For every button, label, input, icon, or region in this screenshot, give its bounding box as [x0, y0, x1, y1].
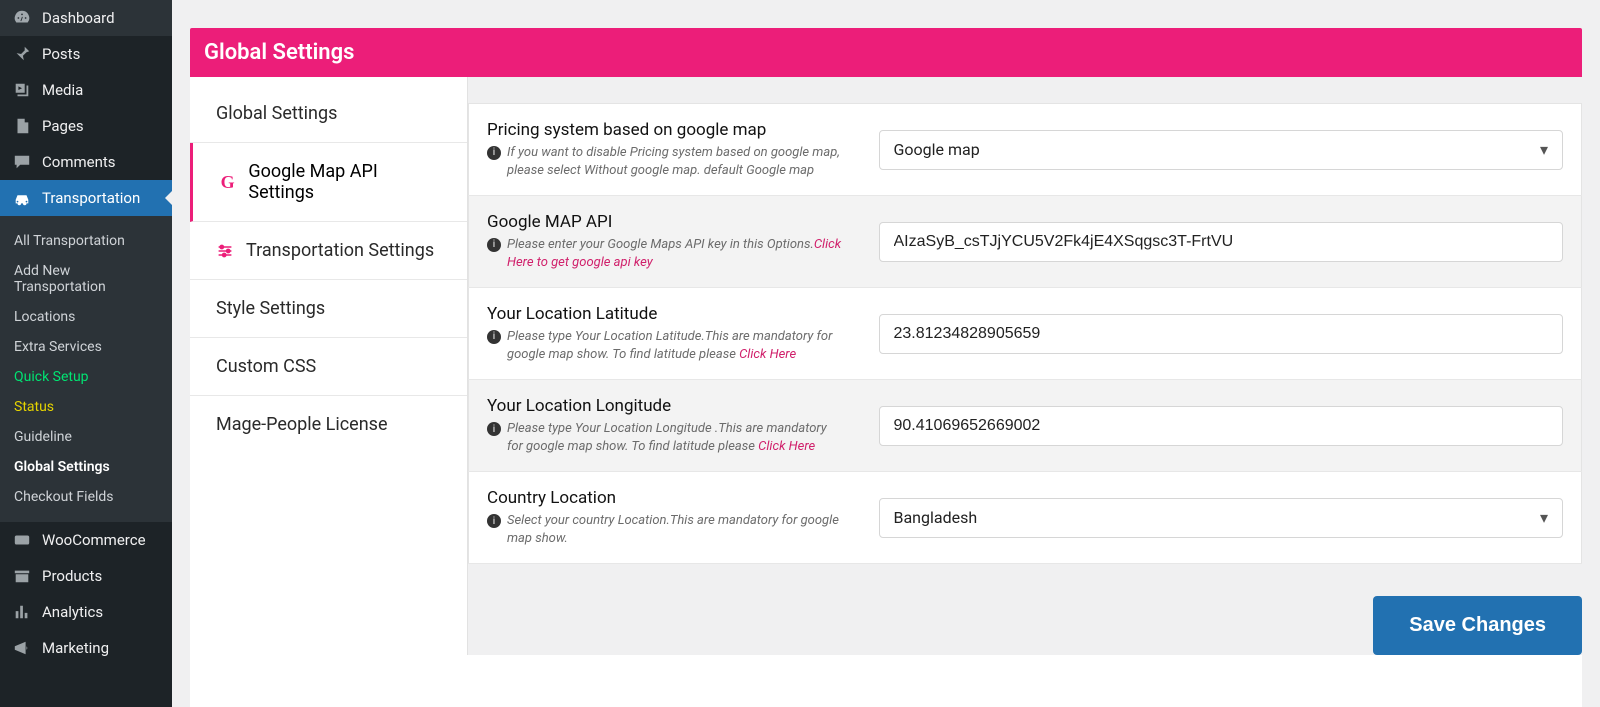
sidebar-item-woocommerce[interactable]: WooCommerce: [0, 522, 172, 558]
settings-tabs: Global Settings G Google Map API Setting…: [190, 77, 468, 655]
field-label: Pricing system based on google map: [487, 120, 843, 140]
field-label: Google MAP API: [487, 212, 843, 232]
sidebar-label: Transportation: [42, 189, 140, 207]
pages-icon: [12, 117, 32, 135]
sidebar-label: WooCommerce: [42, 531, 146, 549]
settings-panel: Global Settings G Google Map API Setting…: [190, 77, 1582, 707]
sidebar-item-analytics[interactable]: Analytics: [0, 594, 172, 630]
woo-icon: [12, 531, 32, 549]
tab-global-settings[interactable]: Global Settings: [190, 97, 467, 143]
page-title: Global Settings: [190, 28, 1582, 77]
api-key-input[interactable]: [879, 222, 1564, 262]
row-pricing-system: Pricing system based on google map i If …: [469, 104, 1582, 196]
sidebar-sub-checkout-fields[interactable]: Checkout Fields: [0, 482, 172, 512]
field-help: i If you want to disable Pricing system …: [487, 144, 843, 179]
field-help: i Please type Your Location Longitude .T…: [487, 420, 843, 455]
country-select[interactable]: Bangladesh ▾: [879, 498, 1564, 538]
main-content: Global Settings Global Settings G Google…: [172, 0, 1600, 707]
field-label: Your Location Latitude: [487, 304, 843, 324]
field-help: i Please enter your Google Maps API key …: [487, 236, 843, 271]
car-icon: [12, 189, 32, 207]
info-icon: i: [487, 514, 501, 528]
info-icon: i: [487, 422, 501, 436]
sidebar-item-media[interactable]: Media: [0, 72, 172, 108]
sidebar-label: Marketing: [42, 639, 109, 657]
google-g-icon: G: [219, 172, 236, 193]
admin-sidebar: Dashboard Posts Media Pages Comments Tra…: [0, 0, 172, 707]
bars-icon: [12, 603, 32, 621]
info-icon: i: [487, 146, 501, 160]
field-label: Country Location: [487, 488, 843, 508]
comment-icon: [12, 153, 32, 171]
sidebar-sub-quick-setup[interactable]: Quick Setup: [0, 362, 172, 392]
select-value: Google map: [894, 140, 980, 159]
sidebar-item-comments[interactable]: Comments: [0, 144, 172, 180]
archive-icon: [12, 567, 32, 585]
sidebar-item-pages[interactable]: Pages: [0, 108, 172, 144]
sidebar-sub-locations[interactable]: Locations: [0, 302, 172, 332]
sidebar-sub-extra-services[interactable]: Extra Services: [0, 332, 172, 362]
select-value: Bangladesh: [894, 508, 978, 527]
save-button[interactable]: Save Changes: [1373, 596, 1582, 655]
row-country: Country Location i Select your country L…: [469, 472, 1582, 564]
tab-label: Google Map API Settings: [248, 161, 441, 203]
sidebar-item-transportation[interactable]: Transportation: [0, 180, 172, 216]
sidebar-label: Analytics: [42, 603, 103, 621]
sidebar-sub-global-settings[interactable]: Global Settings: [0, 452, 172, 482]
tab-label: Style Settings: [216, 298, 325, 319]
field-label: Your Location Longitude: [487, 396, 843, 416]
pin-icon: [12, 45, 32, 63]
sidebar-submenu: All Transportation Add New Transportatio…: [0, 216, 172, 522]
latitude-help-link[interactable]: Click Here: [739, 347, 796, 362]
media-icon: [12, 81, 32, 99]
sidebar-item-marketing[interactable]: Marketing: [0, 630, 172, 666]
tab-label: Transportation Settings: [246, 240, 434, 261]
chevron-down-icon: ▾: [1540, 140, 1548, 159]
tab-transportation-settings[interactable]: Transportation Settings: [190, 222, 467, 280]
latitude-input[interactable]: [879, 314, 1564, 354]
sidebar-label: Dashboard: [42, 9, 115, 27]
megaphone-icon: [12, 639, 32, 657]
sidebar-item-products[interactable]: Products: [0, 558, 172, 594]
sidebar-sub-guideline[interactable]: Guideline: [0, 422, 172, 452]
tab-license[interactable]: Mage-People License: [190, 396, 467, 453]
tab-custom-css[interactable]: Custom CSS: [190, 338, 467, 396]
pricing-system-select[interactable]: Google map ▾: [879, 130, 1564, 170]
sidebar-item-dashboard[interactable]: Dashboard: [0, 0, 172, 36]
sidebar-label: Posts: [42, 45, 80, 63]
sidebar-sub-all-transportation[interactable]: All Transportation: [0, 226, 172, 256]
sliders-icon: [216, 243, 234, 259]
save-row: Save Changes: [468, 596, 1582, 655]
row-latitude: Your Location Latitude i Please type You…: [469, 288, 1582, 380]
tab-label: Global Settings: [216, 103, 337, 124]
sidebar-sub-add-new[interactable]: Add New Transportation: [0, 256, 172, 302]
sidebar-label: Media: [42, 81, 83, 99]
sidebar-item-posts[interactable]: Posts: [0, 36, 172, 72]
row-longitude: Your Location Longitude i Please type Yo…: [469, 380, 1582, 472]
sidebar-sub-status[interactable]: Status: [0, 392, 172, 422]
settings-form: Pricing system based on google map i If …: [468, 77, 1582, 655]
longitude-help-link[interactable]: Click Here: [758, 439, 815, 454]
tab-google-map-api[interactable]: G Google Map API Settings: [190, 143, 467, 222]
sidebar-label: Products: [42, 567, 102, 585]
longitude-input[interactable]: [879, 406, 1564, 446]
gauge-icon: [12, 9, 32, 27]
row-api-key: Google MAP API i Please enter your Googl…: [469, 196, 1582, 288]
field-help: i Select your country Location.This are …: [487, 512, 843, 547]
tab-label: Mage-People License: [216, 414, 388, 435]
chevron-down-icon: ▾: [1540, 508, 1548, 527]
sidebar-label: Pages: [42, 117, 84, 135]
tab-label: Custom CSS: [216, 356, 316, 377]
info-icon: i: [487, 238, 501, 252]
sidebar-label: Comments: [42, 153, 116, 171]
tab-style-settings[interactable]: Style Settings: [190, 280, 467, 338]
field-help: i Please type Your Location Latitude.Thi…: [487, 328, 843, 363]
settings-table: Pricing system based on google map i If …: [468, 103, 1582, 564]
info-icon: i: [487, 330, 501, 344]
